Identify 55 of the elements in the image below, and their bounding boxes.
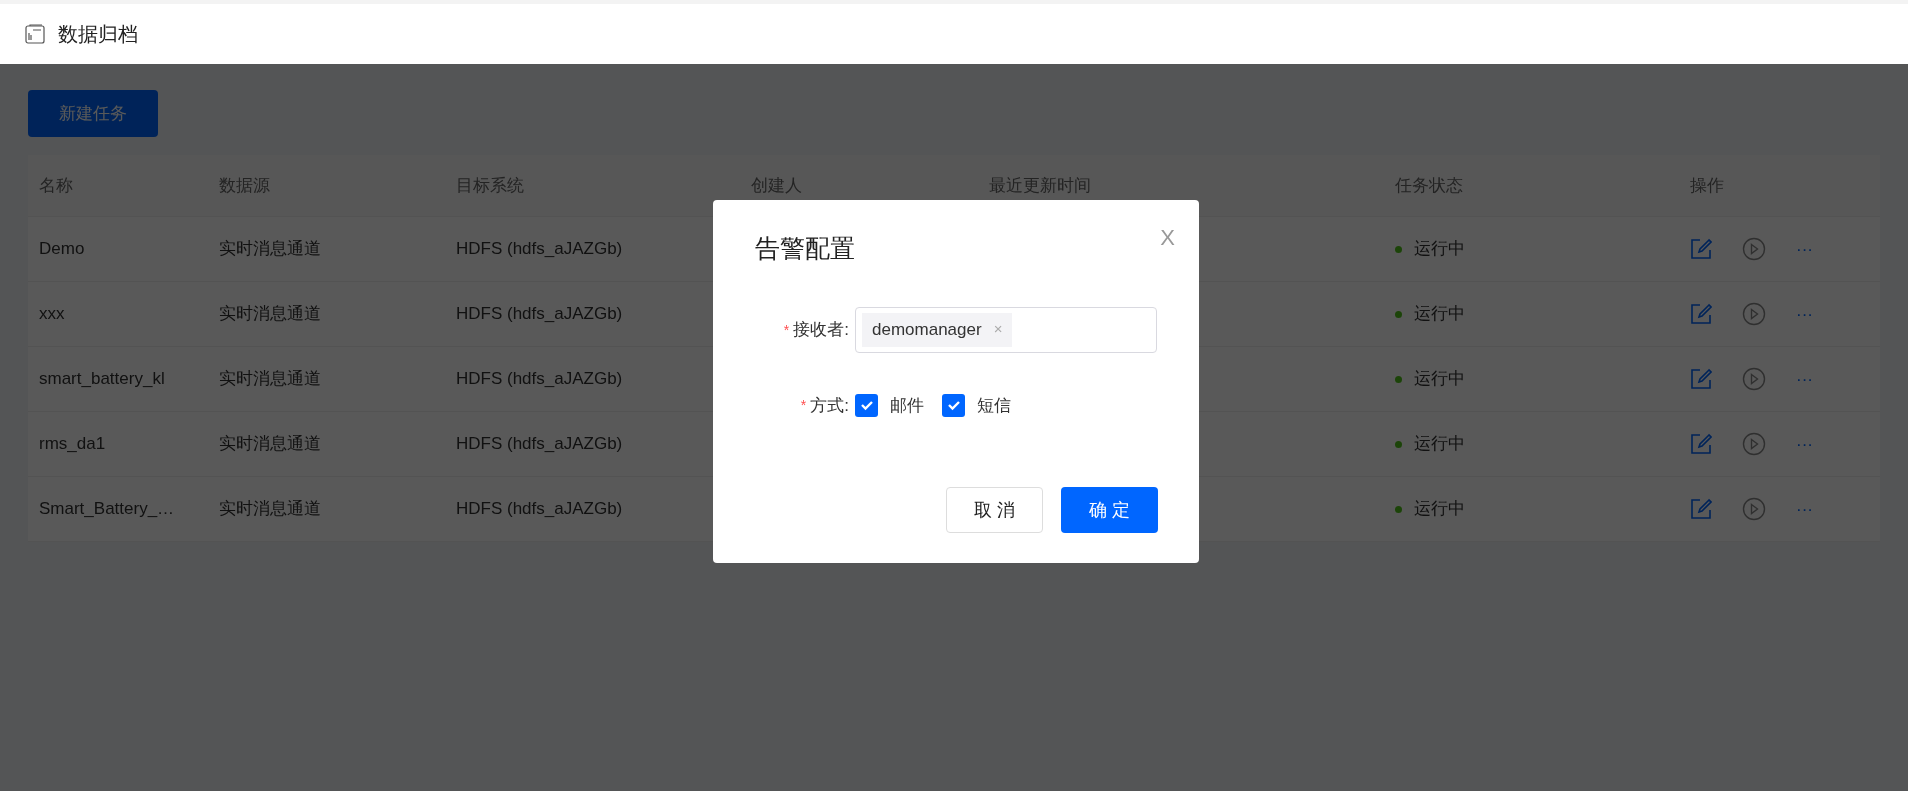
checkbox-label: 邮件 — [890, 394, 924, 417]
more-button[interactable]: ··· — [1796, 305, 1813, 323]
field-label: 方式: — [810, 394, 849, 417]
edit-icon[interactable] — [1690, 238, 1712, 260]
table-cell: smart_battery_kl — [39, 369, 165, 389]
status-text: 运行中 — [1414, 433, 1465, 456]
dialog-title: 告警配置 — [755, 233, 855, 264]
archive-icon — [24, 23, 46, 45]
table-cell: rms_da1 — [39, 434, 106, 454]
table-cell: 实时消息通道 — [219, 434, 321, 454]
field-label: 接收者: — [793, 318, 849, 341]
table-cell: HDFS (hdfs_aJAZGb) — [456, 499, 623, 519]
cancel-button[interactable]: 取 消 — [946, 487, 1043, 533]
edit-icon[interactable] — [1690, 303, 1712, 325]
checkbox-label: 短信 — [977, 394, 1011, 417]
status-text: 运行中 — [1414, 368, 1465, 391]
new-task-button[interactable]: 新建任务 — [28, 90, 158, 137]
more-button[interactable]: ··· — [1796, 370, 1813, 388]
table-cell: 实时消息通道 — [219, 369, 321, 389]
close-button[interactable]: X — [1160, 227, 1175, 249]
table-cell: xxx — [39, 304, 65, 324]
table-cell: Demo — [39, 239, 85, 259]
status-text: 运行中 — [1414, 303, 1465, 326]
remove-tag-button[interactable]: × — [993, 318, 1003, 341]
table-cell: HDFS (hdfs_aJAZGb) — [456, 239, 623, 259]
table-cell: HDFS (hdfs_aJAZGb) — [456, 304, 623, 324]
required-mark: * — [783, 320, 790, 340]
page-title: 数据归档 — [58, 22, 138, 47]
more-button[interactable]: ··· — [1796, 240, 1813, 258]
more-button[interactable]: ··· — [1796, 435, 1813, 453]
edit-icon[interactable] — [1690, 433, 1712, 455]
table-cell: 实时消息通道 — [219, 304, 321, 324]
play-icon[interactable] — [1742, 302, 1766, 326]
check-icon — [946, 398, 961, 413]
check-icon — [859, 398, 874, 413]
play-icon[interactable] — [1742, 497, 1766, 521]
required-mark: * — [800, 396, 807, 416]
receiver-select[interactable]: demomanager × — [855, 306, 1157, 353]
table-cell: HDFS (hdfs_aJAZGb) — [456, 434, 623, 454]
table-cell: Smart_Battery_… — [39, 499, 175, 519]
play-icon[interactable] — [1742, 367, 1766, 391]
play-icon[interactable] — [1742, 432, 1766, 456]
confirm-button[interactable]: 确 定 — [1061, 487, 1158, 533]
receiver-tag: demomanager × — [862, 312, 1013, 347]
status-text: 运行中 — [1414, 498, 1465, 521]
table-cell: 实时消息通道 — [219, 499, 321, 519]
checkbox[interactable] — [942, 393, 965, 417]
table-cell: HDFS (hdfs_aJAZGb) — [456, 369, 623, 389]
edit-icon[interactable] — [1690, 368, 1712, 390]
edit-icon[interactable] — [1690, 498, 1712, 520]
status-text: 运行中 — [1414, 238, 1465, 261]
checkbox[interactable] — [855, 393, 878, 417]
table-cell: 实时消息通道 — [219, 239, 321, 259]
more-button[interactable]: ··· — [1796, 500, 1813, 518]
play-icon[interactable] — [1742, 237, 1766, 261]
